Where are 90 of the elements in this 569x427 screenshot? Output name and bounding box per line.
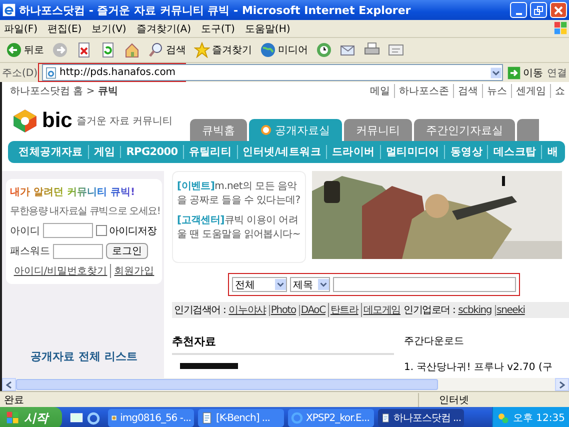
scroll-left-button[interactable] [2,378,16,391]
login-button[interactable]: 로그인 [106,243,148,259]
windows-logo-icon [553,21,569,36]
toolbar-button[interactable]: 검색 [146,39,188,61]
address-label: 주소(D) [2,66,38,80]
uploader-link[interactable]: scbking [457,304,493,316]
edit-icon [388,42,404,58]
history-icon [316,42,332,58]
popular-term-link[interactable]: Photo [268,304,297,316]
dropdown-icon [490,66,502,78]
top-link[interactable]: 검색 [453,84,482,98]
field-select[interactable]: 제목 [290,277,330,292]
close-icon [554,6,563,14]
dropdown-icon [274,279,286,290]
checkbox-box[interactable] [96,225,107,236]
logo-text: bic [42,108,72,132]
clock: 오후 12:35 [513,412,565,425]
notice-text[interactable]: [고객센터]큐빅 이용이 어려울 땐 도움말을 읽어봅시다~ [177,214,301,242]
links-label[interactable]: 연결 [547,66,567,80]
password-label: 패스워드 [10,245,50,258]
document-icon [201,412,213,424]
top-link[interactable]: 메일 [366,84,394,98]
toolbar-button[interactable]: 뒤로 [4,39,46,61]
popular-term-link[interactable]: DAoC [298,304,326,316]
close-button[interactable] [550,2,567,18]
toolbar-button[interactable]: 미디어 [258,39,310,61]
remember-checkbox[interactable]: 아이디저장 [96,224,156,238]
bullet-icon [261,125,271,135]
id-label: 아이디 [10,224,40,238]
section-title: 추천자료 [172,334,394,355]
login-subline: 무한용량 내자료실 큐빅으로 오세요! [10,205,158,218]
toolbar-button[interactable]: 즐겨찾기 [192,39,254,61]
search-field[interactable] [333,277,516,292]
password-field[interactable] [53,244,103,258]
scroll-thumb[interactable] [16,379,438,390]
join-link[interactable]: 회원가입 [110,264,158,278]
home-icon [124,42,140,58]
top-link[interactable]: 뉴스 [482,84,511,98]
window-title: 하나포스닷컴 - 즐거운 자료 커뮤니티 큐빅 - Microsoft Internet Explorer [19,2,412,18]
menu-item[interactable]: 편집(E) [48,22,82,36]
menu-item[interactable]: 도움말(H) [244,22,290,36]
menu-item[interactable]: 보기(V) [92,22,126,36]
top-link[interactable]: 센게임 [511,84,550,98]
taskbar-button[interactable]: [K-Bench] ... [198,409,284,427]
menu-item[interactable]: 도구(T) [201,22,235,36]
network-icon [497,412,509,424]
taskbar-button[interactable]: 하나포스닷컴 ... [378,409,464,427]
scroll-right-button[interactable] [555,378,569,391]
stop-icon [76,42,92,58]
popular-term-link[interactable]: 데모게임 [361,303,402,317]
popular-search-label: 인기검색어 : [174,304,226,317]
url-text: http://pds.hanafos.com [60,67,177,78]
refresh-icon [100,42,116,58]
desktop-icon [70,412,83,424]
taskbar-button[interactable]: img0816_56 -... [108,409,194,427]
logo-tagline: 즐거운 자료 커뮤니티 [76,114,173,128]
document-icon [381,412,390,424]
dropdown-icon [318,279,329,290]
uploader-link[interactable]: sneeki [494,304,526,316]
globe-icon [260,42,276,58]
windows-logo-icon [6,411,20,425]
page-icon [44,66,57,78]
search-icon [148,42,164,58]
breadcrumb: 하나포스닷컴 홈 > 큐빅 [10,85,118,98]
id-field[interactable] [43,223,93,238]
horizontal-scrollbar[interactable] [0,378,569,391]
restore-icon [534,6,543,14]
thumbnail [180,363,238,369]
find-account-link[interactable]: 아이디/비밀번호찾기 [10,264,110,278]
popular-term-link[interactable]: 이누야샤 [228,303,267,317]
download-item[interactable]: 1. 국산당나귀! 프루나 v2.70 (구 [404,360,552,374]
minimize-icon [516,12,522,14]
top-link[interactable]: 하나포스존 [394,84,453,98]
section-title: 주간다운로드 [404,335,465,348]
go-button[interactable]: 이동 [507,66,543,80]
top-link[interactable]: 쇼 [550,84,569,98]
popular-uploader-label: 인기업로더 : [404,304,456,317]
star-icon [194,42,210,58]
scope-select[interactable]: 전체 [232,277,287,292]
taskbar-button[interactable]: XPSP2_kor.E... [288,409,374,427]
minimize-button[interactable] [510,2,527,18]
popular-term-link[interactable]: 탄트라 [328,303,360,317]
menu-item[interactable]: 즐겨찾기(A) [136,22,191,36]
all-list-link[interactable]: 공개자료 전체 리스트 [30,349,138,364]
address-field[interactable]: http://pds.hanafos.com [42,64,503,81]
cube-logo-icon [12,108,38,134]
status-text: 완료 [3,394,25,406]
menu-item[interactable]: 파일(F) [4,22,38,36]
restore-button[interactable] [530,2,547,18]
notice-text[interactable]: [이벤트]m.net의 모든 음악을 공짜로 들을 수 있다는데? [177,180,301,208]
